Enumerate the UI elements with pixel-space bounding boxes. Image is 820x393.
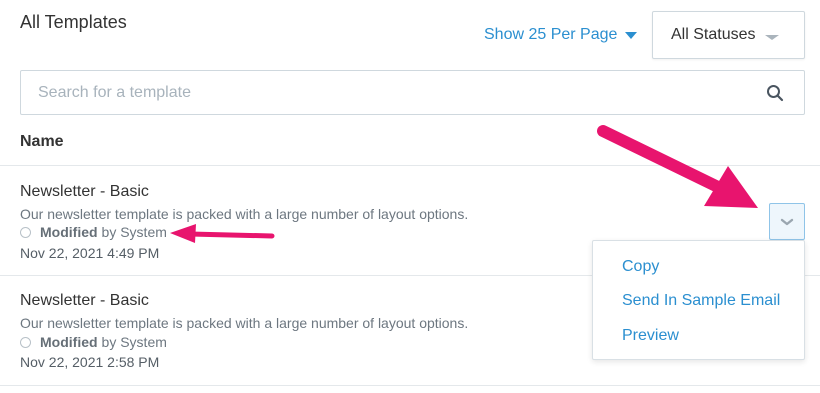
template-title[interactable]: Newsletter - Basic <box>20 183 149 201</box>
menu-item-send-sample-email[interactable]: Send In Sample Email <box>622 292 780 310</box>
search-icon[interactable] <box>766 84 784 102</box>
menu-item-copy[interactable]: Copy <box>622 258 659 276</box>
menu-item-preview[interactable]: Preview <box>622 327 679 345</box>
modified-by: by System <box>101 224 167 240</box>
status-circle-icon <box>20 336 31 348</box>
modified-label: Modified <box>40 334 98 350</box>
caret-down-icon <box>765 34 780 40</box>
search-input[interactable] <box>21 71 804 114</box>
page-title: All Templates <box>20 12 127 32</box>
template-description: Our newsletter template is packed with a… <box>20 315 469 331</box>
templates-page: All Templates Show 25 Per Page All Statu… <box>0 0 820 393</box>
caret-down-icon <box>625 31 638 39</box>
status-filter-label: All Statuses <box>671 26 756 43</box>
row-actions-toggle[interactable] <box>769 203 805 240</box>
status-circle-icon <box>20 226 31 238</box>
row-actions-menu: Copy Send In Sample Email Preview <box>592 240 805 360</box>
modified-label: Modified <box>40 224 98 240</box>
modified-info: Modified by System <box>20 334 167 350</box>
template-title[interactable]: Newsletter - Basic <box>20 292 149 310</box>
column-header-name[interactable]: Name <box>20 133 64 151</box>
divider <box>0 385 820 386</box>
modified-info: Modified by System <box>20 224 167 240</box>
per-page-selector[interactable]: Show 25 Per Page <box>484 26 638 44</box>
template-description: Our newsletter template is packed with a… <box>20 206 469 222</box>
modified-date: Nov 22, 2021 4:49 PM <box>20 245 160 261</box>
status-filter-select[interactable]: All Statuses <box>652 11 805 59</box>
modified-date: Nov 22, 2021 2:58 PM <box>20 354 160 370</box>
per-page-label: Show 25 Per Page <box>484 26 618 43</box>
chevron-down-icon <box>780 218 794 225</box>
search-box <box>20 70 805 115</box>
modified-by: by System <box>101 334 167 350</box>
